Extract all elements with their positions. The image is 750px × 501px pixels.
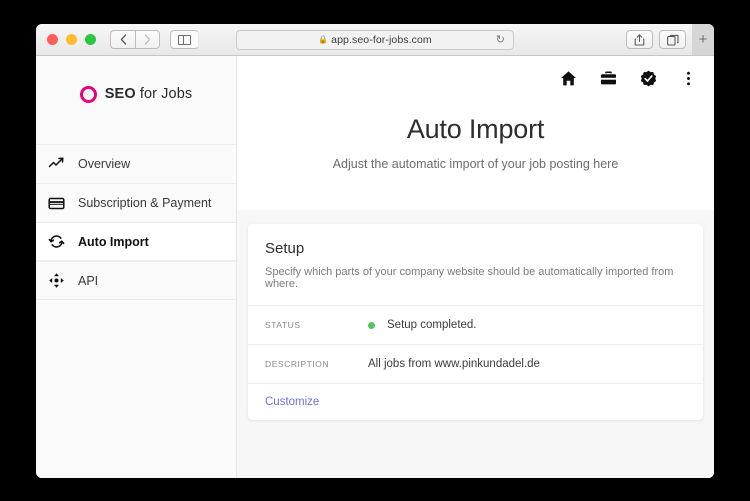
sidebar-item-api[interactable]: API bbox=[36, 261, 236, 300]
description-row-value: All jobs from www.pinkundadel.de bbox=[368, 358, 540, 370]
customize-link[interactable]: Customize bbox=[265, 396, 319, 408]
brand-name-bold: SEO bbox=[104, 86, 136, 102]
sidebar-item-overview[interactable]: Overview bbox=[36, 144, 236, 183]
zoom-button[interactable] bbox=[85, 34, 96, 45]
brand-name-rest: for Jobs bbox=[135, 86, 193, 102]
overflow-menu-icon[interactable] bbox=[680, 70, 697, 87]
status-row: STATUS Setup completed. bbox=[248, 306, 703, 345]
chevron-left-icon bbox=[120, 34, 126, 45]
status-dot-icon bbox=[368, 321, 375, 329]
card-actions: Customize bbox=[248, 384, 703, 420]
app-sidebar: SEO for Jobs Overview Subscription & Pay… bbox=[36, 56, 237, 478]
circle-logo-icon bbox=[79, 85, 97, 103]
setup-card-header: Setup Specify which parts of your compan… bbox=[248, 224, 703, 306]
content-topbar bbox=[237, 56, 714, 100]
lock-icon: 🔒 bbox=[318, 35, 329, 44]
main-content: Auto Import Adjust the automatic import … bbox=[237, 56, 714, 478]
browser-titlebar: 🔒 app.seo-for-jobs.com ↻ + bbox=[36, 24, 714, 56]
sidebar-toggle-icon bbox=[178, 34, 191, 45]
sidebar-item-label: Subscription & Payment bbox=[78, 196, 212, 210]
status-row-text: Setup completed. bbox=[387, 319, 477, 331]
credit-card-icon bbox=[48, 195, 65, 212]
setup-card-subtitle: Specify which parts of your company webs… bbox=[265, 266, 674, 290]
minimize-button[interactable] bbox=[66, 34, 77, 45]
sidebar-nav: Overview Subscription & Payment Auto Imp… bbox=[36, 144, 236, 300]
address-bar[interactable]: 🔒 app.seo-for-jobs.com ↻ bbox=[236, 29, 514, 50]
sync-arrows-icon bbox=[48, 233, 65, 250]
tab-overview-button[interactable] bbox=[659, 30, 686, 49]
sidebar-item-auto-import[interactable]: Auto Import bbox=[36, 222, 236, 261]
forward-button[interactable] bbox=[135, 30, 160, 49]
share-button[interactable] bbox=[626, 30, 653, 49]
page-subtitle: Adjust the automatic import of your job … bbox=[332, 157, 619, 171]
brand-name: SEO for Jobs bbox=[105, 86, 192, 102]
share-icon bbox=[634, 33, 645, 46]
chevron-right-icon bbox=[144, 34, 151, 45]
status-row-value: Setup completed. bbox=[368, 319, 477, 331]
trending-line-icon bbox=[48, 156, 65, 173]
status-row-label: STATUS bbox=[265, 320, 301, 330]
tab-overview-icon bbox=[666, 34, 679, 46]
setup-card-title: Setup bbox=[265, 240, 305, 257]
sidebar-item-subscription-payment[interactable]: Subscription & Payment bbox=[36, 183, 236, 222]
page-body: SEO for Jobs Overview Subscription & Pay… bbox=[36, 56, 714, 478]
browser-window: 🔒 app.seo-for-jobs.com ↻ + SEO for Jobs … bbox=[36, 24, 714, 478]
reload-icon[interactable]: ↻ bbox=[496, 33, 505, 46]
home-icon[interactable] bbox=[560, 70, 577, 87]
address-bar-text: app.seo-for-jobs.com bbox=[331, 33, 432, 46]
move-arrows-icon bbox=[48, 272, 65, 289]
page-hero: Auto Import Adjust the automatic import … bbox=[237, 100, 714, 195]
new-tab-button[interactable]: + bbox=[692, 24, 714, 55]
verified-badge-icon[interactable] bbox=[640, 70, 657, 87]
sidebar-item-label: Auto Import bbox=[78, 234, 149, 249]
back-button[interactable] bbox=[110, 30, 135, 49]
setup-card: Setup Specify which parts of your compan… bbox=[248, 224, 703, 420]
sidebar-item-label: API bbox=[78, 273, 99, 288]
close-button[interactable] bbox=[47, 34, 58, 45]
page-title: Auto Import bbox=[406, 114, 545, 144]
description-row-label: DESCRIPTION bbox=[265, 359, 330, 369]
titlebar-right-buttons: + bbox=[626, 24, 714, 55]
brand-logo[interactable]: SEO for Jobs bbox=[36, 56, 236, 126]
description-row: DESCRIPTION All jobs from www.pinkundade… bbox=[248, 345, 703, 384]
window-controls bbox=[47, 34, 96, 45]
sidebar-toggle-button[interactable] bbox=[170, 30, 199, 49]
briefcase-icon[interactable] bbox=[600, 70, 617, 87]
sidebar-item-label: Overview bbox=[78, 157, 131, 171]
content-panel: Setup Specify which parts of your compan… bbox=[237, 210, 714, 478]
navigation-buttons bbox=[110, 30, 199, 49]
